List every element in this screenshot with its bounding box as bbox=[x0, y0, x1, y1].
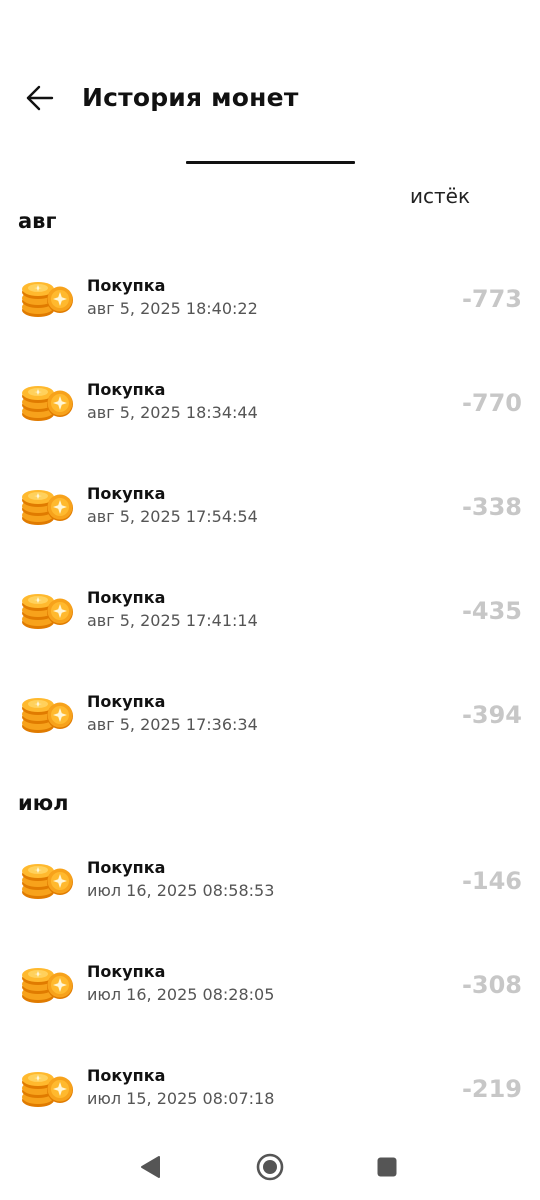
transaction-date: июл 16, 2025 08:58:53 bbox=[87, 881, 275, 900]
coin-stack-icon bbox=[22, 594, 73, 629]
transaction-amount: -338 bbox=[461, 493, 522, 521]
transaction-amount: -219 bbox=[461, 1075, 522, 1103]
arrow-left-icon bbox=[26, 85, 54, 111]
month-header: июл bbox=[18, 791, 69, 815]
tab-expired[interactable]: истёк bbox=[410, 184, 470, 208]
tab-active-indicator[interactable] bbox=[186, 161, 355, 164]
transaction-date: авг 5, 2025 17:36:34 bbox=[87, 715, 258, 734]
transaction-amount: -308 bbox=[461, 971, 522, 999]
transaction-amount: -773 bbox=[461, 285, 522, 313]
nav-recents-button[interactable] bbox=[372, 1152, 402, 1182]
header: История монет bbox=[0, 60, 540, 136]
list-item[interactable]: Покупка авг 5, 2025 18:34:44 -770 bbox=[0, 380, 540, 484]
list-item[interactable]: Покупка авг 5, 2025 18:40:22 -773 bbox=[0, 276, 540, 380]
transaction-date: авг 5, 2025 17:41:14 bbox=[87, 611, 258, 630]
transaction-title: Покупка bbox=[87, 858, 166, 877]
transaction-title: Покупка bbox=[87, 1066, 166, 1085]
page-title: История монет bbox=[82, 83, 299, 112]
coin-stack-icon bbox=[22, 386, 73, 421]
month-header: авг bbox=[18, 209, 57, 233]
transaction-date: июл 15, 2025 08:07:18 bbox=[87, 1089, 275, 1108]
list-item[interactable]: Покупка авг 5, 2025 17:36:34 -394 bbox=[0, 692, 540, 796]
coin-history-screen: История монет истёк авг Покупка авг 5, 2… bbox=[0, 0, 540, 1200]
list-item[interactable]: Покупка июл 16, 2025 08:58:53 -146 bbox=[0, 858, 540, 962]
transaction-amount: -394 bbox=[461, 701, 522, 729]
coin-stack-icon bbox=[22, 698, 73, 733]
transaction-title: Покупка bbox=[87, 484, 166, 503]
system-nav-bar bbox=[0, 1138, 540, 1200]
transaction-date: авг 5, 2025 18:34:44 bbox=[87, 403, 258, 422]
transaction-amount: -770 bbox=[461, 389, 522, 417]
back-button[interactable] bbox=[20, 78, 60, 118]
nav-back-button[interactable] bbox=[136, 1152, 166, 1182]
coin-stack-icon bbox=[22, 968, 73, 1003]
list-item[interactable]: Покупка авг 5, 2025 17:41:14 -435 bbox=[0, 588, 540, 692]
coin-stack-icon bbox=[22, 282, 73, 317]
transaction-title: Покупка bbox=[87, 276, 166, 295]
transaction-amount: -146 bbox=[461, 867, 522, 895]
list-item[interactable]: Покупка авг 5, 2025 17:54:54 -338 bbox=[0, 484, 540, 588]
transaction-title: Покупка bbox=[87, 962, 166, 981]
list-item[interactable]: Покупка июл 16, 2025 08:28:05 -308 bbox=[0, 962, 540, 1066]
nav-home-button[interactable] bbox=[255, 1152, 285, 1182]
square-recents-icon bbox=[377, 1157, 397, 1177]
transaction-date: июл 16, 2025 08:28:05 bbox=[87, 985, 275, 1004]
coin-stack-icon bbox=[22, 490, 73, 525]
transaction-amount: -435 bbox=[461, 597, 522, 625]
coin-stack-icon bbox=[22, 1072, 73, 1107]
triangle-back-icon bbox=[141, 1156, 160, 1178]
coin-stack-icon bbox=[22, 864, 73, 899]
transaction-title: Покупка bbox=[87, 692, 166, 711]
circle-home-icon bbox=[256, 1153, 284, 1181]
transaction-title: Покупка bbox=[87, 588, 166, 607]
transaction-date: авг 5, 2025 17:54:54 bbox=[87, 507, 258, 526]
transaction-date: авг 5, 2025 18:40:22 bbox=[87, 299, 258, 318]
tab-bar: истёк bbox=[0, 140, 540, 216]
transaction-title: Покупка bbox=[87, 380, 166, 399]
